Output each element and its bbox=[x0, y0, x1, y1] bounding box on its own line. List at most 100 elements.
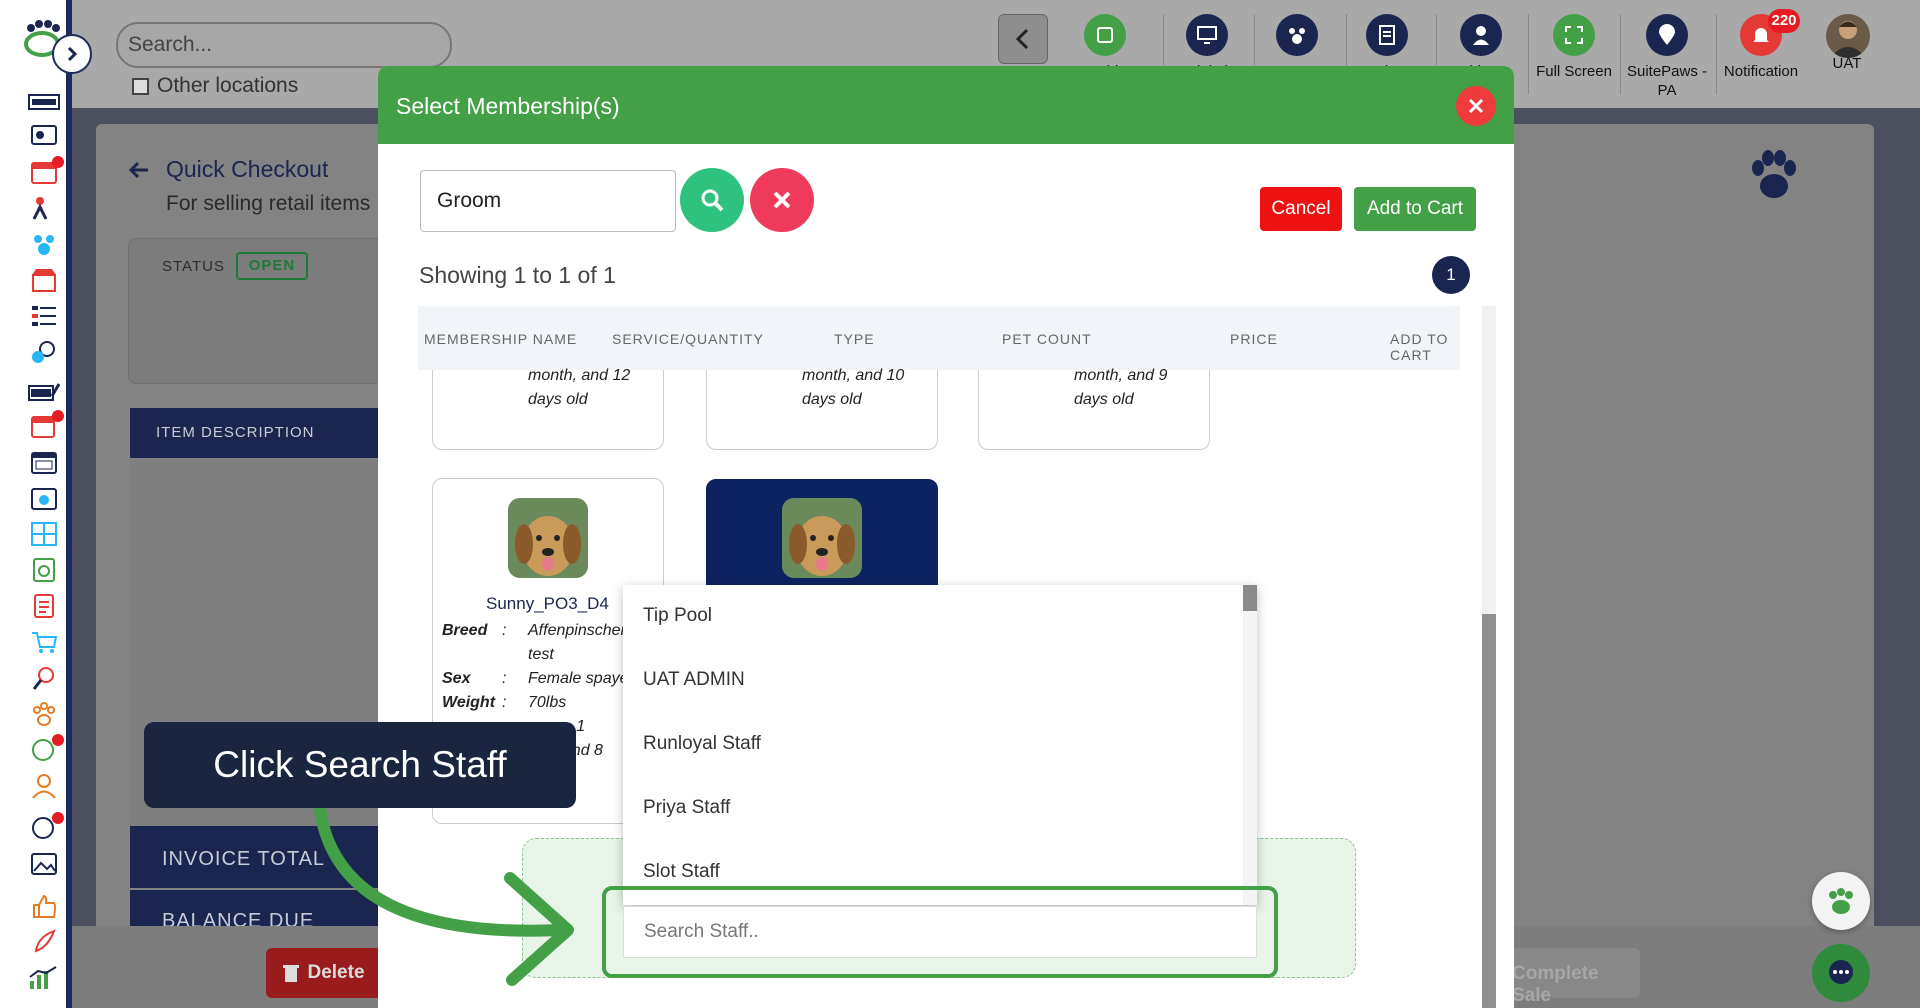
other-locations-checkbox[interactable]: Other locations bbox=[132, 74, 298, 98]
pet-age: month, and 9 days old bbox=[1074, 367, 1168, 408]
colon: : bbox=[502, 622, 507, 639]
expand-icon bbox=[1553, 14, 1595, 56]
pet-weight: 70lbs bbox=[528, 694, 567, 711]
global-search-input[interactable] bbox=[128, 33, 440, 57]
pet-sex: Female spayed bbox=[528, 670, 638, 687]
pet-breed-row: Breed bbox=[442, 622, 488, 639]
status-badge: OPEN bbox=[236, 252, 308, 280]
pet-name: Sunny_PO3_D4 bbox=[486, 594, 609, 613]
dropdown-scrollbar[interactable] bbox=[1243, 585, 1257, 905]
staff-option[interactable]: Runloyal Staff bbox=[643, 733, 761, 755]
loyalty-icon[interactable] bbox=[28, 734, 64, 764]
page-title: Quick Checkout bbox=[166, 156, 329, 182]
gallery-icon[interactable] bbox=[28, 850, 60, 878]
user-avatar[interactable] bbox=[1826, 14, 1870, 58]
status-label: STATUS bbox=[162, 258, 225, 275]
tutorial-callout: Click Search Staff bbox=[144, 722, 576, 808]
results-count: Showing 1 to 1 of 1 bbox=[419, 262, 616, 288]
modal-close-button[interactable] bbox=[1456, 86, 1496, 126]
complete-sale-button[interactable]: Complete Sale bbox=[1502, 948, 1640, 1006]
search-icon bbox=[701, 189, 724, 212]
monitor-icon bbox=[1186, 14, 1228, 56]
today-icon[interactable] bbox=[28, 88, 60, 116]
support-chat-icon bbox=[1829, 960, 1853, 984]
global-search[interactable] bbox=[116, 22, 452, 68]
pet-photo bbox=[508, 498, 588, 578]
paw-brand-icon bbox=[1752, 150, 1796, 198]
expand-sidebar-button[interactable] bbox=[52, 34, 92, 74]
curved-arrow-icon bbox=[314, 804, 574, 986]
staff-option[interactable]: UAT ADMIN bbox=[643, 669, 745, 691]
pet-breed-extra: test bbox=[528, 646, 554, 663]
chat-fab-button[interactable] bbox=[1812, 944, 1870, 1002]
membership-search-input[interactable] bbox=[420, 170, 676, 232]
schedule-icon[interactable] bbox=[28, 484, 60, 512]
staff-option[interactable]: Priya Staff bbox=[643, 797, 730, 819]
search-button[interactable] bbox=[680, 168, 744, 232]
calendar-paw-icon[interactable] bbox=[28, 410, 64, 440]
report-icon[interactable] bbox=[28, 592, 60, 620]
back-button[interactable] bbox=[998, 14, 1048, 64]
grid-icon[interactable] bbox=[28, 520, 60, 548]
document-icon bbox=[1366, 14, 1408, 56]
close-icon bbox=[773, 191, 791, 209]
staff-dropdown-list: Tip Pool UAT ADMIN Runloyal Staff Priya … bbox=[623, 585, 1257, 905]
arrow-left-icon[interactable] bbox=[128, 160, 150, 180]
cancel-button[interactable]: Cancel bbox=[1260, 187, 1342, 231]
pet-age: month, and 10 days old bbox=[802, 367, 905, 408]
pet-weight-row: Weight bbox=[442, 694, 496, 711]
calendar-alert-icon[interactable] bbox=[28, 156, 64, 186]
colon: : bbox=[502, 670, 507, 687]
dashboard-icon[interactable] bbox=[28, 122, 60, 150]
calendar-icon[interactable] bbox=[28, 448, 60, 476]
cart-icon[interactable] bbox=[28, 628, 60, 656]
chat-icon[interactable] bbox=[28, 812, 64, 842]
paw-green-icon bbox=[1829, 888, 1853, 914]
col-price: PRICE bbox=[1230, 331, 1278, 347]
clear-search-button[interactable] bbox=[750, 168, 814, 232]
col-membership-name: MEMBERSHIP NAME bbox=[424, 331, 578, 347]
add-to-cart-button[interactable]: Add to Cart bbox=[1354, 187, 1476, 231]
list-icon[interactable] bbox=[28, 302, 60, 330]
dropdown-scrollbar-thumb[interactable] bbox=[1243, 585, 1257, 611]
paws-icon[interactable] bbox=[28, 230, 60, 258]
highlight-box bbox=[602, 886, 1278, 978]
notification-count-badge: 220 bbox=[1768, 9, 1800, 33]
col-type: TYPE bbox=[834, 331, 875, 347]
staff-option[interactable]: Tip Pool bbox=[643, 605, 712, 627]
page-subtitle: For selling retail items bbox=[166, 192, 371, 215]
pet-photo bbox=[782, 498, 862, 578]
location-pin-icon bbox=[1646, 14, 1688, 56]
user-icon[interactable] bbox=[28, 772, 60, 800]
modal-title: Select Membership(s) bbox=[396, 93, 620, 119]
thumbs-up-icon[interactable] bbox=[28, 892, 60, 920]
trash-icon bbox=[283, 965, 300, 982]
page-number-badge[interactable]: 1 bbox=[1432, 256, 1470, 294]
add-user-icon bbox=[1460, 14, 1502, 56]
clipboard-check-icon[interactable] bbox=[28, 556, 60, 584]
modal-scrollbar-thumb[interactable] bbox=[1482, 614, 1496, 1008]
store-icon[interactable] bbox=[28, 266, 60, 294]
chevron-right-icon bbox=[67, 46, 78, 62]
rocket-icon[interactable] bbox=[28, 928, 60, 956]
groomer-icon[interactable] bbox=[28, 194, 60, 222]
staff-option[interactable]: Slot Staff bbox=[643, 861, 720, 883]
modal-header: Select Membership(s) bbox=[378, 66, 1514, 144]
pet-service-icon[interactable] bbox=[28, 664, 60, 692]
analytics-icon[interactable] bbox=[28, 964, 60, 992]
col-pet-count: PET COUNT bbox=[1002, 331, 1092, 347]
pet-age: month, and 12 days old bbox=[528, 367, 631, 408]
left-nav-rail bbox=[0, 0, 92, 1008]
pet-search-icon[interactable] bbox=[28, 338, 60, 366]
pet-breed: Affenpinscher bbox=[528, 622, 626, 639]
toolbar-full-screen[interactable]: Full Screen bbox=[1529, 10, 1619, 100]
add-icon bbox=[1084, 14, 1126, 56]
today-edit-icon[interactable] bbox=[28, 378, 60, 406]
paw-outline-icon[interactable] bbox=[28, 700, 60, 728]
colon: : bbox=[502, 694, 507, 711]
page-title-row: Quick Checkout bbox=[128, 156, 328, 183]
toolbar-location[interactable]: SuitePaws - PA bbox=[1622, 10, 1712, 100]
paw-fab-button[interactable] bbox=[1812, 872, 1870, 930]
toolbar-notification-label: Notification bbox=[1723, 63, 1799, 80]
checkbox-box[interactable] bbox=[132, 77, 149, 95]
